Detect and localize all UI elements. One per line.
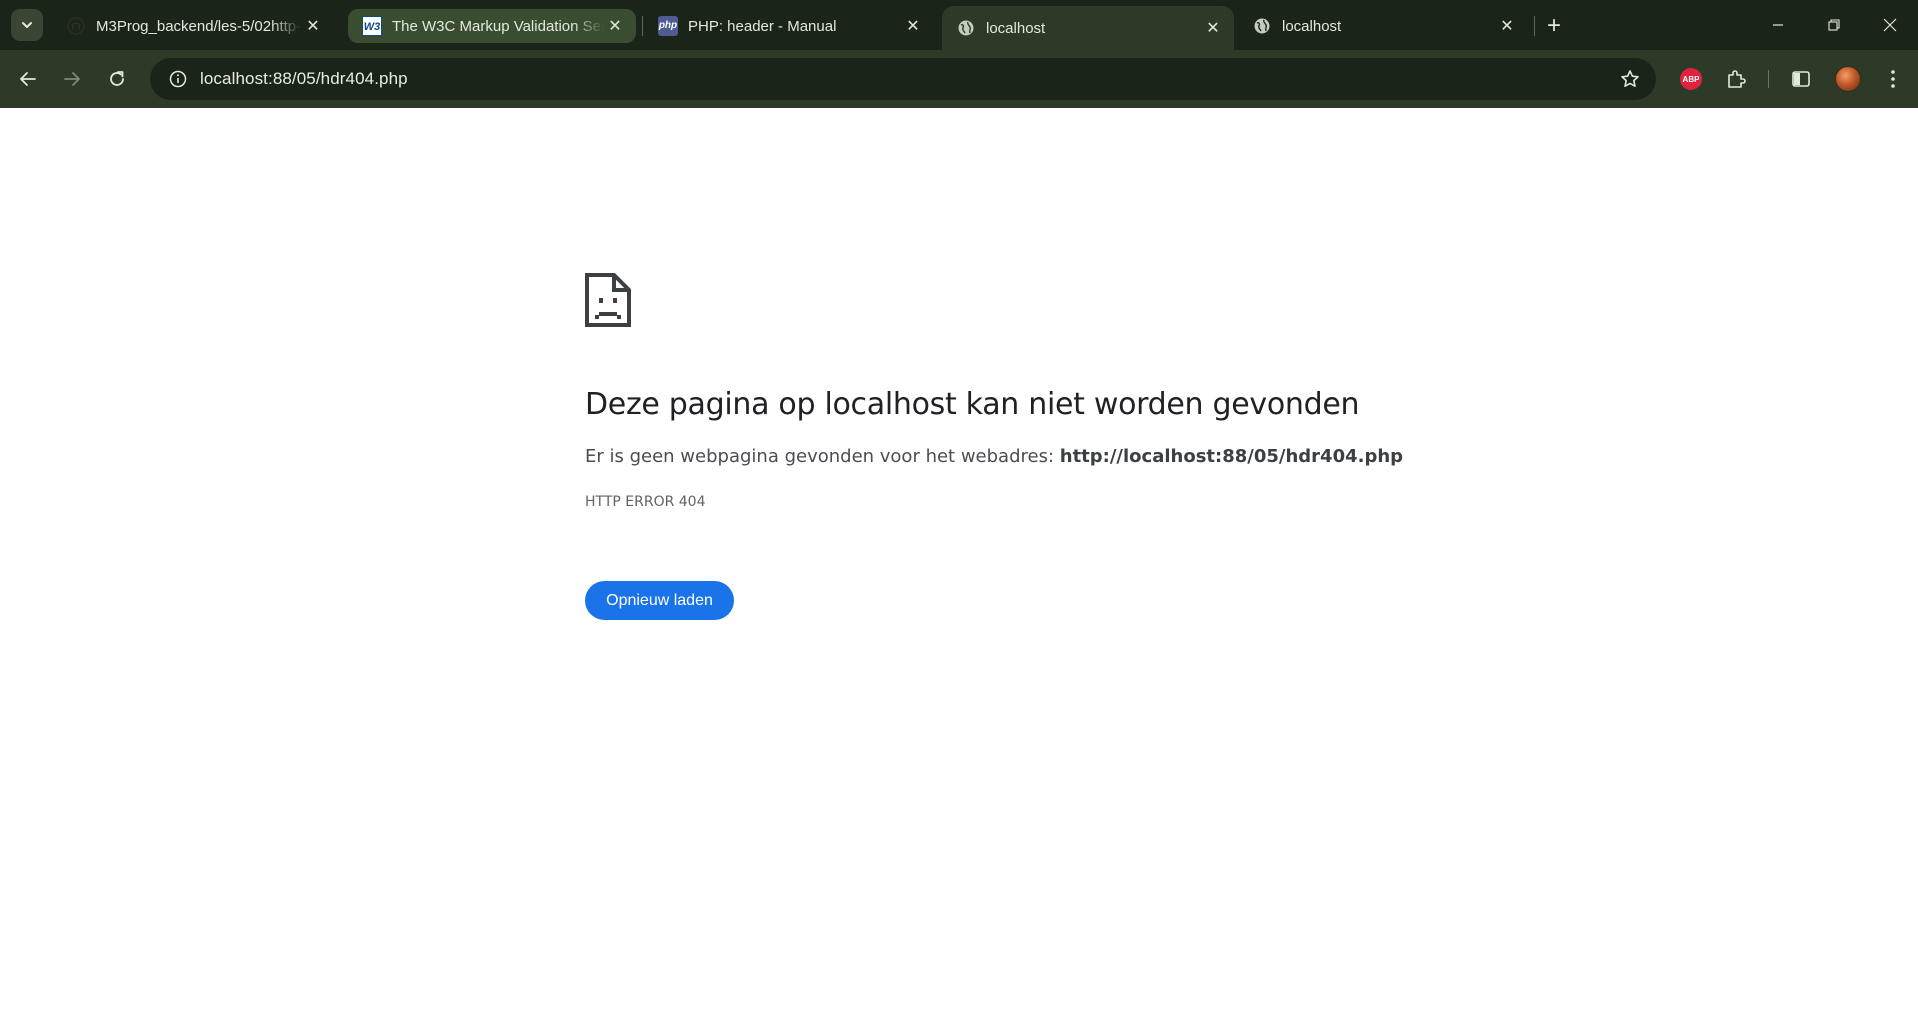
php-icon: php	[658, 16, 678, 36]
minimize-button[interactable]	[1750, 0, 1806, 50]
error-code: HTTP ERROR 404	[585, 494, 706, 510]
chevron-down-icon	[22, 22, 32, 28]
tab-title: M3Prog_backend/les-5/02http-	[96, 17, 302, 35]
abp-icon: ABP	[1680, 68, 1702, 90]
tab-title: The W3C Markup Validation Ser	[392, 17, 604, 35]
tab-search-button[interactable]	[11, 9, 43, 41]
info-icon	[169, 70, 187, 88]
description-text: Er is geen webpagina gevonden voor het w…	[585, 446, 1060, 467]
address-bar[interactable]: localhost:88/05/hdr404.php	[150, 58, 1656, 100]
error-description: Er is geen webpagina gevonden voor het w…	[585, 446, 1403, 467]
puzzle-icon	[1728, 70, 1746, 88]
toolbar-divider	[1768, 70, 1769, 88]
tab-title: PHP: header - Manual	[688, 17, 837, 35]
side-panel-icon	[1792, 71, 1810, 87]
tab-separator	[642, 16, 643, 36]
close-window-button[interactable]	[1862, 0, 1918, 50]
avatar	[1835, 66, 1861, 92]
tab-title: localhost	[986, 19, 1046, 37]
browser-toolbar: localhost:88/05/hdr404.php ABP	[0, 50, 1918, 108]
description-url: http://localhost:88/05/hdr404.php	[1059, 446, 1404, 467]
close-icon[interactable]: ✕	[1496, 15, 1518, 37]
tab-title: localhost	[1282, 17, 1342, 35]
tab-localhost[interactable]: localhost ✕	[1238, 9, 1528, 43]
globe-icon	[956, 18, 976, 38]
restore-button[interactable]	[1806, 0, 1862, 50]
tab-strip: M3Prog_backend/les-5/02http- ✕ W3 The W3…	[0, 0, 1918, 50]
minimize-icon	[1773, 24, 1783, 26]
menu-button[interactable]	[1878, 64, 1908, 94]
error-heading: Deze pagina op localhost kan niet worden…	[585, 387, 1360, 422]
adblock-plus-extension[interactable]: ABP	[1676, 64, 1706, 94]
close-icon[interactable]: ✕	[604, 15, 626, 37]
plus-icon: +	[1546, 12, 1561, 39]
tab-github[interactable]: M3Prog_backend/les-5/02http- ✕	[52, 9, 334, 43]
php-icon-label: php	[658, 16, 678, 36]
forward-arrow-icon	[64, 72, 80, 86]
tab-localhost-active[interactable]: localhost ✕	[942, 6, 1234, 50]
globe-icon	[1252, 16, 1272, 36]
github-icon	[66, 16, 86, 36]
w3c-icon: W3	[362, 16, 382, 36]
extensions-button[interactable]	[1721, 64, 1751, 94]
back-button[interactable]	[11, 62, 45, 96]
more-vertical-icon	[1891, 70, 1895, 88]
tab-w3c-validator[interactable]: W3 The W3C Markup Validation Ser ✕	[348, 9, 636, 43]
profile-button[interactable]	[1833, 64, 1863, 94]
restore-icon	[1828, 19, 1840, 31]
reload-page-button[interactable]: Opnieuw laden	[585, 581, 734, 620]
bookmark-button[interactable]	[1618, 67, 1642, 91]
reload-icon	[110, 71, 124, 86]
star-icon	[1621, 70, 1639, 87]
close-icon[interactable]: ✕	[902, 15, 924, 37]
reload-button[interactable]	[100, 62, 134, 96]
error-page: Deze pagina op localhost kan niet worden…	[0, 108, 1918, 1019]
close-icon	[1883, 18, 1897, 32]
tab-separator	[1534, 16, 1535, 36]
forward-button[interactable]	[55, 62, 89, 96]
w3c-icon-label: W3	[362, 16, 382, 36]
close-icon[interactable]: ✕	[1202, 17, 1224, 39]
site-info-button[interactable]	[156, 58, 200, 100]
url-text[interactable]: localhost:88/05/hdr404.php	[200, 69, 408, 89]
side-panel-button[interactable]	[1786, 64, 1816, 94]
new-tab-button[interactable]: +	[1538, 10, 1570, 42]
sad-page-icon	[585, 273, 631, 327]
tab-php-manual[interactable]: php PHP: header - Manual ✕	[644, 9, 934, 43]
close-icon[interactable]: ✕	[302, 15, 324, 37]
back-arrow-icon	[20, 72, 36, 86]
